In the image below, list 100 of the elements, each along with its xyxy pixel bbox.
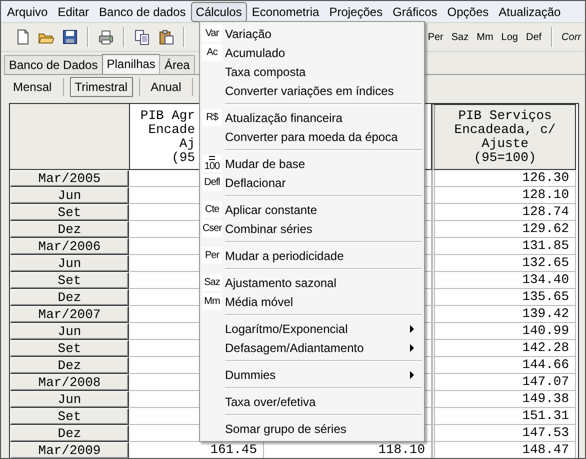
table-cell: 129.62 <box>432 221 576 238</box>
row-header: Jun <box>10 391 129 408</box>
toolbar-button[interactable]: Saz <box>451 30 469 44</box>
menu-entry[interactable]: Mm Média móvel <box>200 292 424 311</box>
menu-label: Ajustamento sazonal <box>225 276 336 290</box>
tab[interactable]: Planilhas <box>102 54 160 74</box>
menu-label: Converter variações em índices <box>225 84 394 98</box>
menu-label: Aplicar constante <box>225 202 318 216</box>
badge-icon: Ac <box>202 44 222 61</box>
row-header: Mar/2006 <box>10 238 129 255</box>
table-cell: 134.40 <box>432 272 576 289</box>
menu-item[interactable]: Cálculos <box>190 2 247 22</box>
menu-entry[interactable]: Converter para moeda da época <box>200 127 424 146</box>
tab[interactable]: Área <box>159 55 195 74</box>
menu-label: Defasagem/Adiantamento <box>225 340 364 354</box>
table-cell: 140.99 <box>432 323 576 340</box>
menu-entry[interactable]: Dummies <box>200 365 424 384</box>
row-header: Mar/2007 <box>10 306 129 323</box>
table-cell: 148.47 <box>432 442 576 458</box>
badge-icon: Mm <box>202 293 222 310</box>
menu-entry[interactable]: Defasagem/Adiantamento <box>200 338 424 357</box>
row-header: Set <box>10 272 129 289</box>
header-text: PIB Serviços <box>458 109 552 123</box>
row-header: Mar/2009 <box>10 442 129 458</box>
table-cell: 132.65 <box>432 255 576 272</box>
row-header: Dez <box>10 425 129 442</box>
menu-entry[interactable]: Defl Deflacionar <box>200 173 424 192</box>
menu-entry[interactable]: Converter variações em índices <box>200 81 424 100</box>
menu-entry[interactable]: Logarítmo/Exponencial <box>200 319 424 338</box>
toolbar-button[interactable]: Per <box>428 30 444 44</box>
row-header: Dez <box>10 221 129 238</box>
row-header: Dez <box>10 357 129 374</box>
badge-icon: Saz <box>202 274 222 291</box>
menu-item[interactable]: Opções <box>442 2 494 22</box>
menu-label: Variação <box>225 26 272 40</box>
row-header: Set <box>10 340 129 357</box>
period-tab[interactable]: Trimestral <box>70 77 133 97</box>
printer-icon[interactable] <box>98 29 114 45</box>
menu-entry[interactable]: Var Variação <box>200 24 424 43</box>
header-text: (95 <box>172 150 195 164</box>
menu-label: Logarítmo/Exponencial <box>225 322 348 336</box>
menu-entry[interactable]: Taxa over/efetiva <box>200 392 424 411</box>
menu-item[interactable]: Gráficos <box>388 2 442 22</box>
menu-label: Média móvel <box>225 294 294 308</box>
menu-item[interactable]: Arquivo <box>2 2 53 22</box>
menu-label: Deflacionar <box>225 176 286 190</box>
toolbar-button[interactable]: Mm <box>476 30 494 44</box>
menu-entry[interactable]: Taxa composta <box>200 62 424 81</box>
row-header: Jun <box>10 255 129 272</box>
row-header: Set <box>10 408 129 425</box>
menu-entry[interactable]: Per Mudar a periodicidade <box>200 246 424 265</box>
table-cell: 139.42 <box>432 306 576 323</box>
table-cell: 144.66 <box>432 357 576 374</box>
table-cell: 151.31 <box>432 408 576 425</box>
menu-entry[interactable]: Saz Ajustamento sazonal <box>200 273 424 292</box>
menu-entry[interactable]: Cte Aplicar constante <box>200 200 424 219</box>
header-text: PIB Agr <box>140 108 195 122</box>
period-tab[interactable]: Mensal <box>8 77 57 97</box>
menu-label: Atualização financeira <box>225 110 342 124</box>
badge-icon: 100 <box>202 155 222 172</box>
table-cell: 142.28 <box>432 340 576 357</box>
menu-item[interactable]: Atualização <box>494 2 566 22</box>
menu-item[interactable]: Econometria <box>246 2 324 22</box>
table-cell: 126.30 <box>432 170 576 187</box>
menu-entry[interactable]: Ac Acumulado <box>200 43 424 62</box>
menu-item[interactable]: Editar <box>52 2 94 22</box>
period-tab[interactable]: Anual <box>146 77 186 97</box>
menu-label: Acumulado <box>225 46 286 60</box>
menu-item[interactable]: Projeções <box>324 2 388 22</box>
tab[interactable]: Banco de Dados <box>4 55 103 74</box>
table-cell: 131.85 <box>432 238 576 255</box>
row-header: Mar/2008 <box>10 374 129 391</box>
header-text: (95=100) <box>474 151 536 165</box>
header-text: Encade <box>148 122 195 136</box>
header-text: Aj <box>179 136 195 150</box>
menu-label: Somar grupo de séries <box>225 422 346 436</box>
table-cell: 149.38 <box>432 391 576 408</box>
menu-label: Dummies <box>225 368 276 382</box>
table-cell: 147.53 <box>432 425 576 442</box>
table-cell: 135.65 <box>432 289 576 306</box>
menu-label: Converter para moeda da época <box>225 130 398 144</box>
menu-entry[interactable]: Somar grupo de séries <box>200 419 424 438</box>
menu-label: Mudar a periodicidade <box>225 248 344 262</box>
paste-clipboard-icon[interactable] <box>158 29 174 45</box>
menu-entry[interactable]: Cser Combinar séries <box>200 219 424 238</box>
row-header: Jun <box>10 323 129 340</box>
copy-icon[interactable] <box>134 29 150 45</box>
menu-item[interactable]: Banco de dados <box>94 2 191 22</box>
header-text: Encadeada, c/ <box>454 123 556 137</box>
badge-icon: R$ <box>202 109 222 126</box>
toolbar-button[interactable]: Log <box>501 30 518 44</box>
menu-entry[interactable]: 100 Mudar de base <box>200 154 424 173</box>
badge-icon: Var <box>202 25 222 42</box>
badge-icon: Cser <box>202 220 222 237</box>
toolbar-button[interactable]: Def <box>526 30 542 44</box>
row-header: Set <box>10 204 129 221</box>
menu-entry[interactable]: R$ Atualização financeira <box>200 108 424 127</box>
toolbar-button[interactable]: Corr <box>562 30 581 44</box>
row-header: Jun <box>10 187 129 204</box>
menu-label: Taxa over/efetiva <box>225 394 316 408</box>
